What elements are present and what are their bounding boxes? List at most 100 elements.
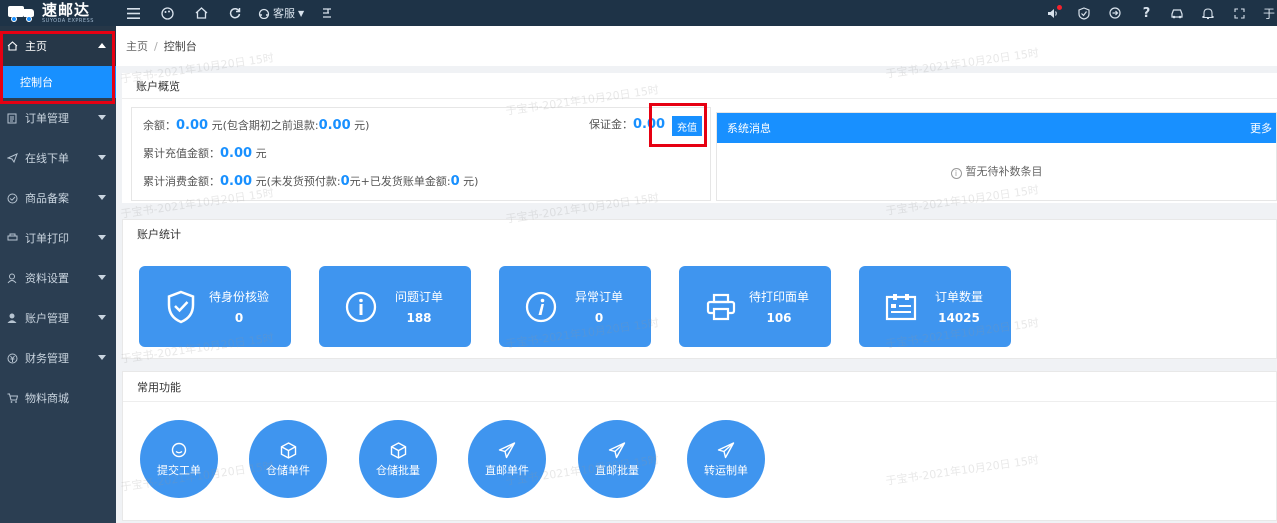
more-link[interactable]: 更多 — [1250, 120, 1272, 136]
system-messages-panel: 系统消息 更多 i 暂无待补数条目 — [716, 112, 1277, 201]
consume-total-line: 累计消费金额：0.00 元(未发货预付款:0元+已发货账单金额:0 元) — [143, 174, 479, 189]
finance-icon — [5, 353, 19, 364]
caret-down-icon: ▼ — [298, 8, 305, 18]
chevron-down-icon — [98, 275, 106, 280]
sidebar: 主页 控制台 订单管理 在线下单 商品备案 订单打印 资料设置 账户管理 财务管… — [0, 26, 116, 523]
palette-icon[interactable] — [150, 0, 184, 26]
sidebar-subitem-console[interactable]: 控制台 — [0, 66, 116, 98]
user-name[interactable]: 于 — [1255, 5, 1277, 22]
stat-label: 待身份核验 — [208, 290, 269, 304]
system-messages-title: 系统消息 — [727, 122, 771, 135]
breadcrumb-separator: / — [154, 39, 158, 53]
direct-mail-batch-button[interactable]: 直邮批量 — [578, 420, 656, 498]
box-icon — [280, 440, 297, 460]
messages-empty-state: i 暂无待补数条目 — [717, 143, 1276, 179]
send-icon — [5, 153, 19, 163]
account-stats-title: 账户统计 — [137, 228, 181, 241]
shield-check-icon[interactable] — [1069, 0, 1100, 26]
fullscreen-icon[interactable] — [1224, 0, 1255, 26]
balance-box: 余额：0.00 元(包含期初之前退款:0.00 元) 累计充值金额：0.00 元… — [131, 107, 711, 201]
recharge-total-line: 累计充值金额：0.00 元 — [143, 146, 267, 161]
account-overview-title: 账户概览 — [122, 73, 1277, 99]
account-stats-panel: 账户统计 待身份核验 0 问题订单 188 异常订单 0 待打印面单 106 订… — [122, 219, 1277, 359]
list-board-icon — [883, 289, 919, 325]
order-icon — [5, 113, 19, 124]
stat-card-pending-verification[interactable]: 待身份核验 0 — [139, 266, 291, 347]
common-functions-panel: 常用功能 提交工单 仓储单件 仓储批量 直邮单件 直邮批量 转运制单 — [122, 371, 1277, 521]
balance-refund-value: 0.00 — [318, 118, 351, 133]
chevron-down-icon — [98, 235, 106, 240]
paper-plane-icon — [608, 440, 626, 460]
transship-order-button[interactable]: 转运制单 — [687, 420, 765, 498]
info-icon: i — [950, 168, 962, 179]
share-icon[interactable] — [310, 0, 344, 26]
car-icon[interactable] — [1162, 0, 1193, 26]
sidebar-item-supplies-mall[interactable]: 物料商城 — [0, 378, 116, 418]
sidebar-item-account-management[interactable]: 账户管理 — [0, 298, 116, 338]
paper-plane-icon — [717, 440, 735, 460]
stat-label: 问题订单 — [394, 290, 443, 304]
sidebar-item-online-order[interactable]: 在线下单 — [0, 138, 116, 178]
direct-mail-single-button[interactable]: 直邮单件 — [468, 420, 546, 498]
help-icon[interactable]: ? — [1131, 0, 1162, 26]
balance-value: 0.00 — [176, 118, 209, 133]
submit-ticket-button[interactable]: 提交工单 — [140, 420, 218, 498]
brand-logo[interactable]: 速邮达 SUYODA EXPRESS — [0, 0, 116, 26]
warehouse-batch-button[interactable]: 仓储批量 — [359, 420, 437, 498]
chevron-down-icon — [98, 195, 106, 200]
chevron-down-icon — [98, 355, 106, 360]
sidebar-item-label: 财务管理 — [25, 352, 69, 365]
sidebar-item-label: 账户管理 — [25, 312, 69, 325]
stat-label: 异常订单 — [574, 290, 623, 304]
sidebar-item-finance-management[interactable]: 财务管理 — [0, 338, 116, 378]
prepaid-value: 0 — [340, 174, 350, 189]
stat-card-pending-print[interactable]: 待打印面单 106 — [679, 266, 831, 347]
cart-icon — [5, 393, 19, 403]
function-label: 仓储批量 — [376, 464, 420, 477]
customer-service-label: 客服 — [273, 7, 295, 20]
main-content: 主页 / 控制台 账户概览 余额：0.00 元(包含期初之前退款:0.00 元)… — [116, 26, 1277, 523]
sidebar-item-profile-settings[interactable]: 资料设置 — [0, 258, 116, 298]
bell-icon[interactable] — [1193, 0, 1224, 26]
breadcrumb-home[interactable]: 主页 — [126, 38, 148, 54]
menu-toggle-icon[interactable] — [116, 0, 150, 26]
sidebar-item-home[interactable]: 主页 — [0, 26, 116, 66]
highlight-box-recharge — [649, 103, 707, 147]
breadcrumb-current: 控制台 — [163, 40, 197, 53]
warehouse-single-button[interactable]: 仓储单件 — [249, 420, 327, 498]
stat-card-order-count[interactable]: 订单数量 14025 — [859, 266, 1011, 347]
customer-service-menu[interactable]: 客服 ▼ — [252, 0, 310, 26]
refresh-icon[interactable] — [218, 0, 252, 26]
sidebar-item-product-filing[interactable]: 商品备案 — [0, 178, 116, 218]
truck-icon — [8, 4, 36, 22]
info-circle-icon — [343, 289, 379, 325]
common-functions-title: 常用功能 — [123, 372, 1276, 402]
function-label: 提交工单 — [157, 464, 201, 477]
logout-icon[interactable] — [1100, 0, 1131, 26]
sidebar-item-order-print[interactable]: 订单打印 — [0, 218, 116, 258]
function-label: 转运制单 — [704, 464, 748, 477]
shield-check-icon — [163, 289, 199, 325]
recharge-total-value: 0.00 — [220, 146, 253, 161]
consume-total-value: 0.00 — [220, 174, 253, 189]
sidebar-item-label: 物料商城 — [25, 392, 69, 405]
sidebar-item-label: 订单管理 — [25, 112, 69, 125]
sidebar-item-label: 在线下单 — [25, 152, 69, 165]
function-label: 仓储单件 — [266, 464, 310, 477]
sidebar-item-label: 资料设置 — [25, 272, 69, 285]
printer-icon — [5, 233, 19, 243]
stat-value: 188 — [406, 311, 432, 325]
paper-plane-icon — [498, 440, 516, 460]
home-icon[interactable] — [184, 0, 218, 26]
sound-icon[interactable] — [1038, 0, 1069, 26]
function-label: 直邮单件 — [485, 464, 529, 477]
sidebar-item-order-management[interactable]: 订单管理 — [0, 98, 116, 138]
chevron-up-icon — [98, 43, 106, 48]
breadcrumb: 主页 / 控制台 — [116, 26, 1277, 66]
stat-card-problem-orders[interactable]: 问题订单 188 — [319, 266, 471, 347]
chevron-down-icon — [98, 155, 106, 160]
chevron-down-icon — [98, 315, 106, 320]
check-icon — [5, 193, 19, 204]
info-italic-icon — [523, 289, 559, 325]
stat-card-abnormal-orders[interactable]: 异常订单 0 — [499, 266, 651, 347]
